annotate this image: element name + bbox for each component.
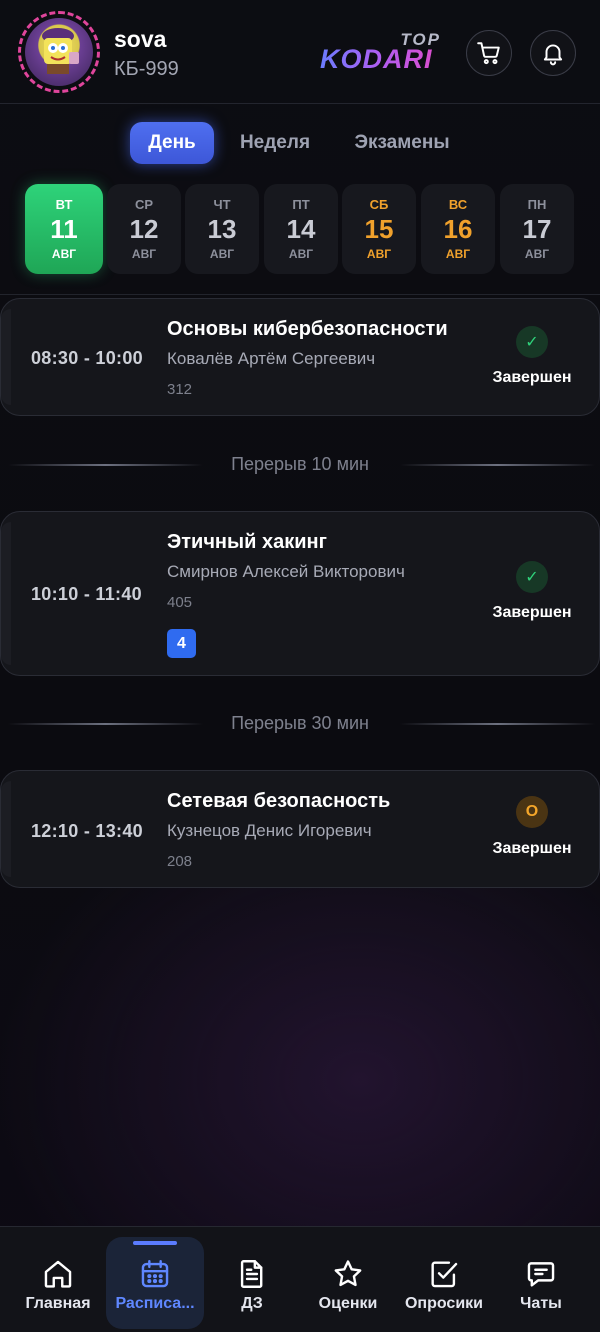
nav-polls[interactable]: Опросики [398, 1227, 490, 1332]
date-month: АВГ [445, 247, 471, 261]
break-separator: Перерыв 10 мин [0, 450, 600, 480]
date-weekday: СР [134, 197, 154, 212]
nav-homework[interactable]: ДЗ [212, 1227, 292, 1332]
brand-name-text: KODARI [320, 44, 433, 74]
date-month: АВГ [209, 247, 235, 261]
nav-chats[interactable]: Чаты [500, 1227, 582, 1332]
lesson-room: 208 [167, 853, 193, 870]
nav-home[interactable]: Главная [14, 1227, 102, 1332]
date-item[interactable]: ЧТ 13 АВГ [185, 184, 259, 274]
nav-grades[interactable]: Оценки [304, 1227, 392, 1332]
home-icon [44, 1260, 72, 1288]
lesson-room: 312 [167, 381, 193, 398]
check-icon: ✓ [516, 326, 548, 358]
lesson-card[interactable]: 08:30 - 10:00 Основы кибербезопасности К… [0, 298, 600, 416]
date-item[interactable]: СБ 15 АВГ [342, 184, 416, 274]
break-separator: Перерыв 30 мин [0, 709, 600, 739]
nav-chats-label: Чаты [520, 1295, 562, 1312]
date-month: АВГ [288, 247, 314, 261]
tab-exams[interactable]: Экзамены [338, 122, 466, 164]
date-day: 14 [286, 214, 316, 244]
checkbox-icon [431, 1261, 458, 1288]
group-code: КБ-999 [114, 58, 179, 80]
nav-home-label: Главная [25, 1295, 91, 1312]
notifications-button[interactable] [530, 30, 576, 76]
username: sova [114, 26, 167, 52]
lesson-status: Завершен [492, 840, 572, 857]
lesson-teacher: Кузнецов Денис Игоревич [167, 821, 372, 840]
tab-week[interactable]: Неделя [226, 122, 324, 164]
date-weekday: ЧТ [213, 197, 231, 212]
calendar-icon [141, 1260, 169, 1288]
date-day: 17 [522, 214, 552, 244]
lesson-time: 10:10 - 11:40 [31, 584, 142, 604]
avatar-image [25, 18, 93, 86]
cart-icon [477, 42, 500, 65]
nav-grades-label: Оценки [318, 1295, 378, 1312]
lesson-teacher: Смирнов Алексей Викторович [167, 562, 405, 581]
pending-icon: О [516, 796, 548, 828]
date-day: 15 [364, 214, 394, 244]
nav-schedule[interactable]: Расписа... [104, 1227, 206, 1332]
star-icon [334, 1260, 362, 1287]
nav-polls-label: Опросики [404, 1295, 484, 1312]
lesson-subject: Сетевая безопасность [167, 790, 391, 812]
date-weekday: ПТ [292, 197, 310, 212]
date-month: АВГ [366, 247, 392, 261]
date-day: 11 [50, 214, 78, 244]
break-line [400, 723, 595, 725]
lesson-teacher: Ковалёв Артём Сергеевич [167, 349, 376, 368]
date-item[interactable]: ВТ 11 АВГ [25, 184, 103, 274]
date-weekday: ВТ [55, 197, 73, 212]
date-item[interactable]: ПН 17 АВГ [500, 184, 574, 274]
lesson-status: Завершен [492, 369, 572, 386]
date-strip: ВТ 11 АВГ СР 12 АВГ ЧТ 13 АВГ ПТ 14 АВГ … [0, 184, 600, 274]
lesson-subject: Основы кибербезопасности [167, 318, 448, 340]
date-weekday: ПН [527, 197, 547, 212]
document-icon [240, 1260, 263, 1288]
active-indicator [133, 1241, 177, 1245]
card-accent [1, 781, 11, 877]
date-month: АВГ [131, 247, 157, 261]
lesson-status: Завершен [492, 604, 572, 621]
nav-schedule-label: Расписа... [115, 1295, 195, 1312]
date-day: 12 [129, 214, 159, 244]
view-tabs: День Неделя Экзамены [0, 122, 600, 166]
break-line [400, 464, 595, 466]
divider [0, 294, 600, 295]
lesson-card[interactable]: 12:10 - 13:40 Сетевая безопасность Кузне… [0, 770, 600, 888]
date-item[interactable]: ВС 16 АВГ [421, 184, 495, 274]
date-item[interactable]: СР 12 АВГ [107, 184, 181, 274]
avatar[interactable] [18, 11, 100, 93]
lesson-time: 12:10 - 13:40 [31, 821, 143, 841]
lesson-room: 405 [167, 594, 193, 611]
tab-day[interactable]: День [130, 122, 214, 164]
date-day: 16 [443, 214, 473, 244]
card-accent [1, 309, 11, 405]
app-header: sova КБ-999 TOP KODARI [0, 0, 600, 104]
date-item[interactable]: ПТ 14 АВГ [264, 184, 338, 274]
date-weekday: ВС [448, 197, 468, 212]
date-weekday: СБ [369, 197, 389, 212]
date-day: 13 [207, 214, 237, 244]
card-accent [1, 522, 11, 665]
chat-icon [527, 1262, 555, 1287]
nav-homework-label: ДЗ [241, 1295, 263, 1312]
cart-button[interactable] [466, 30, 512, 76]
date-month: АВГ [524, 247, 550, 261]
lesson-time: 08:30 - 10:00 [31, 348, 143, 368]
lesson-card[interactable]: 10:10 - 11:40 Этичный хакинг Смирнов Але… [0, 511, 600, 676]
lesson-subject: Этичный хакинг [167, 531, 327, 553]
brand-logo: TOP KODARI [320, 30, 445, 74]
date-month: АВГ [51, 247, 77, 261]
grade-badge[interactable]: 4 [167, 629, 196, 658]
bottom-navigation: Главная Расписа... ДЗ Оценки Опросики Ча… [0, 1226, 600, 1332]
check-icon: ✓ [516, 561, 548, 593]
bell-icon [543, 44, 563, 66]
